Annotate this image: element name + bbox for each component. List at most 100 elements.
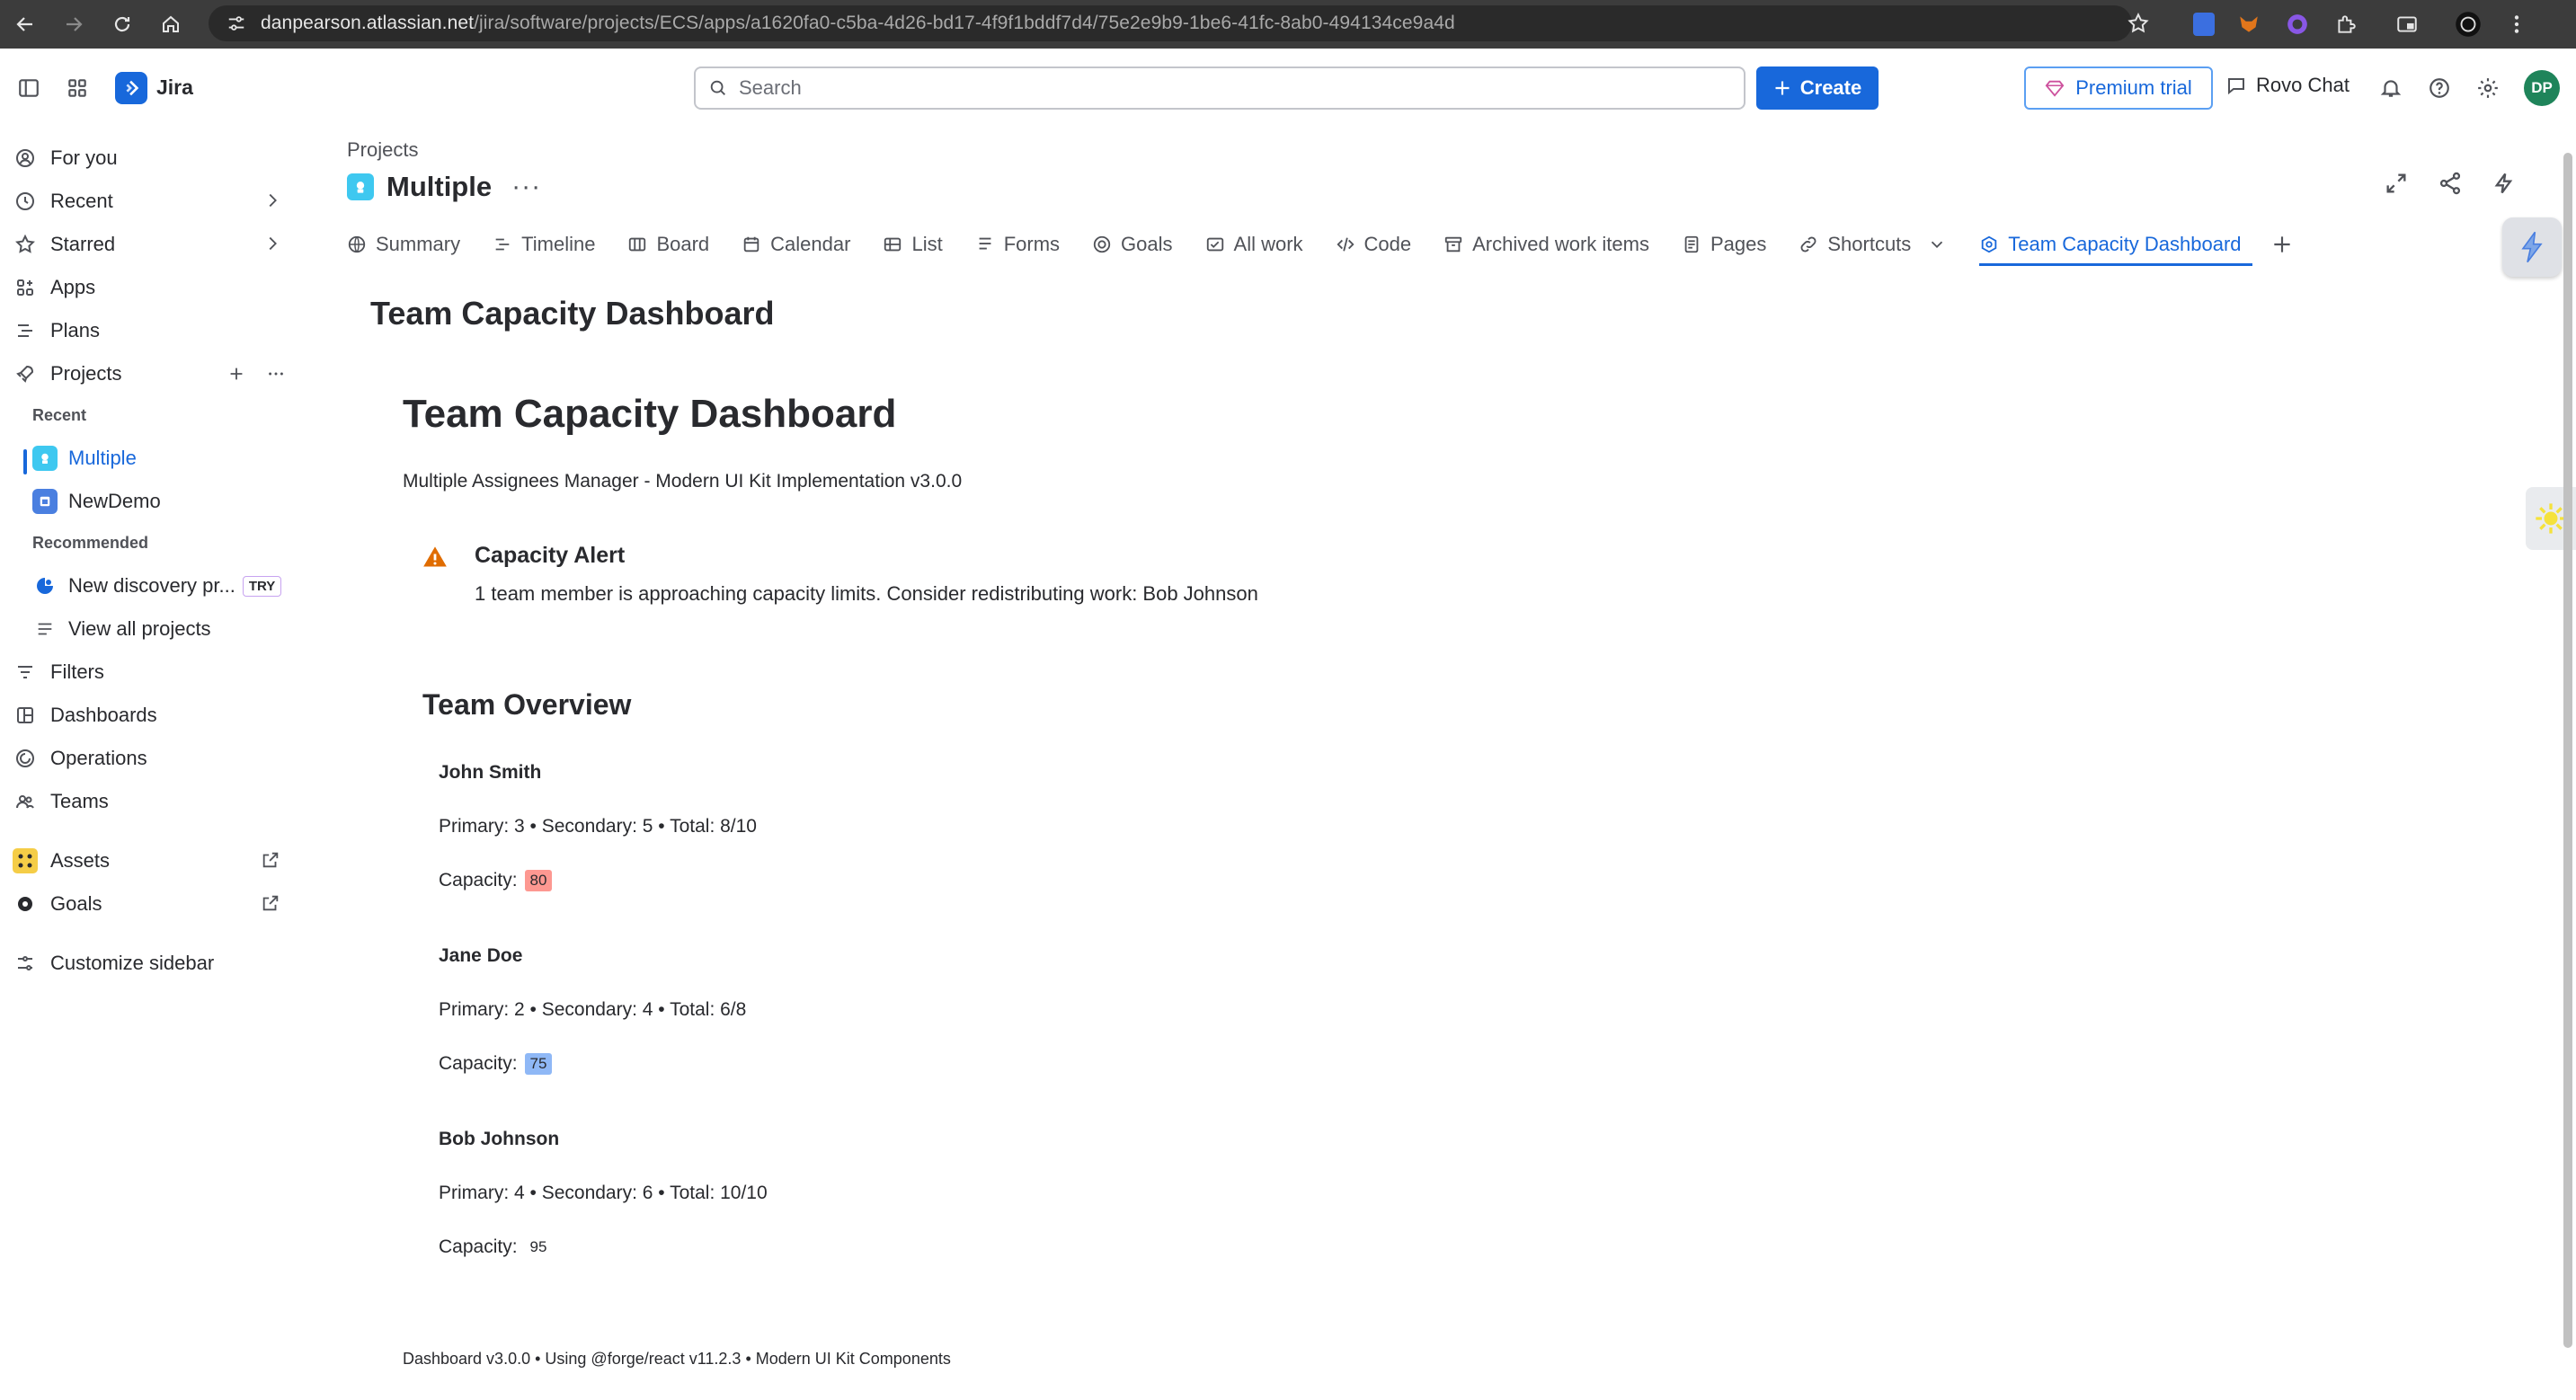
tab-label: Forms (1003, 233, 1061, 255)
tab-archived-work-items[interactable]: Archived work items (1443, 219, 1649, 270)
sidebar-item-teams[interactable]: Teams (13, 784, 297, 820)
extension-fox-icon[interactable] (2234, 10, 2263, 39)
site-info-icon[interactable] (227, 13, 246, 33)
plus-icon (1775, 81, 1790, 95)
sidebar-project-multiple[interactable]: Multiple (32, 440, 297, 476)
sidebar-item-apps[interactable]: Apps (13, 270, 297, 306)
user-avatar[interactable]: DP (2524, 70, 2560, 106)
chevron-right-icon[interactable] (262, 234, 282, 253)
tab-label: Archived work items (1472, 233, 1649, 255)
scrollbar-thumb[interactable] (2563, 153, 2572, 1348)
capacity-badge: 75 (524, 1053, 553, 1075)
url-text: danpearson.atlassian.net/jira/software/p… (261, 13, 1455, 33)
create-button[interactable]: Create (1756, 66, 1879, 110)
chevron-right-icon[interactable] (262, 191, 282, 210)
star-icon (13, 232, 38, 257)
home-icon[interactable] (155, 8, 187, 40)
settings-gear-icon[interactable] (2472, 72, 2504, 104)
reload-icon[interactable] (106, 8, 138, 40)
premium-trial-button[interactable]: Premium trial (2024, 66, 2213, 110)
try-badge: TRY (242, 575, 282, 597)
automation-bolt-icon[interactable] (2492, 171, 2517, 196)
add-project-icon[interactable] (227, 364, 246, 384)
app-switcher-icon[interactable] (61, 72, 93, 104)
tab-summary[interactable]: Summary (347, 219, 460, 270)
sidebar-item-label: Goals (50, 892, 102, 915)
forward-icon[interactable] (58, 8, 90, 40)
search-icon (710, 80, 725, 95)
sidebar-item-label: For you (50, 146, 118, 169)
notifications-bell-icon[interactable] (2375, 72, 2407, 104)
breadcrumb[interactable]: Projects (347, 138, 418, 162)
timeline-icon (495, 238, 510, 251)
member-stats: Primary: 4 • Secondary: 6 • Total: 10/10 (439, 1183, 768, 1203)
sidebar-item-goals[interactable]: Goals (13, 886, 297, 922)
tab-label: All work (1233, 233, 1303, 255)
premium-label: Premium trial (2075, 76, 2192, 99)
sidebar-item-for-you[interactable]: For you (13, 140, 297, 176)
sidebar-item-filters[interactable]: Filters (13, 654, 297, 690)
tab-goals[interactable]: Goals (1092, 219, 1173, 270)
back-icon[interactable] (9, 8, 41, 40)
profile-icon[interactable] (2454, 10, 2483, 39)
tab-calendar[interactable]: Calendar (742, 219, 850, 270)
jira-topbar: Jira Create Premium trial Rovo Chat DP (0, 49, 2576, 128)
sidebar-item-label: Starred (50, 233, 116, 255)
capacity-label: Capacity: (439, 1236, 518, 1257)
extension-github-icon[interactable] (2283, 10, 2312, 39)
add-tab-icon[interactable] (2270, 233, 2294, 256)
sidebar-item-starred[interactable]: Starred (13, 226, 297, 262)
extension-shield-icon[interactable] (2193, 13, 2215, 36)
sidebar-item-recent[interactable]: Recent (13, 183, 297, 219)
floating-app-widget[interactable] (2502, 217, 2562, 277)
tab-team-capacity-dashboard[interactable]: Team Capacity Dashboard (1979, 219, 2252, 270)
sidebar-toggle-icon[interactable] (13, 72, 45, 104)
team-member-card: Jane Doe Primary: 2 • Secondary: 4 • Tot… (439, 945, 1158, 1080)
tab-board[interactable]: Board (627, 219, 709, 270)
search-box[interactable] (694, 66, 1745, 110)
sidebar-customize[interactable]: Customize sidebar (13, 945, 297, 981)
sidebar-item-label: Teams (50, 790, 109, 812)
sidebar-view-all-projects[interactable]: View all projects (32, 611, 297, 647)
tab-label: Calendar (770, 233, 851, 255)
project-avatar-icon (32, 446, 58, 471)
tab-list[interactable]: List (883, 219, 943, 270)
help-icon[interactable] (2423, 72, 2456, 104)
expand-icon[interactable] (2384, 171, 2409, 196)
sidebar-item-projects[interactable]: Projects (13, 356, 297, 392)
sidebar-item-label: View all projects (68, 617, 211, 640)
tab-pages[interactable]: Pages (1682, 219, 1766, 270)
search-input[interactable] (739, 76, 1710, 100)
project-more-button[interactable]: ··· (511, 172, 541, 202)
sidebar-item-operations[interactable]: Operations (13, 740, 297, 776)
chevron-down-icon[interactable] (1927, 235, 1947, 254)
sidebar: For you Recent Starred Apps Plans Projec… (0, 128, 307, 1400)
active-indicator (23, 449, 27, 474)
app-name[interactable]: Jira (156, 75, 193, 100)
tab-timeline[interactable]: Timeline (493, 219, 595, 270)
sidebar-item-dashboards[interactable]: Dashboards (13, 697, 297, 733)
address-bar[interactable]: danpearson.atlassian.net/jira/software/p… (209, 5, 2132, 41)
sidebar-recommended-discovery[interactable]: New discovery pr... TRY (32, 568, 297, 604)
sidebar-project-newdemo[interactable]: NewDemo (32, 483, 297, 519)
tab-code[interactable]: Code (1336, 219, 1411, 270)
tab-forms[interactable]: Forms (975, 219, 1060, 270)
header-tools (2384, 171, 2517, 196)
sidebar-item-plans[interactable]: Plans (13, 313, 297, 349)
team-member-card: Bob Johnson Primary: 4 • Secondary: 6 • … (439, 1129, 1158, 1263)
more-icon[interactable] (266, 364, 286, 384)
tab-all-work[interactable]: All work (1205, 219, 1303, 270)
operations-icon (13, 746, 38, 771)
bookmark-star-icon[interactable] (2127, 12, 2150, 35)
cast-icon[interactable] (2393, 10, 2421, 39)
rovo-chat-button[interactable]: Rovo Chat (2225, 74, 2349, 97)
lightning-icon (2521, 231, 2543, 263)
jira-logo-icon[interactable] (115, 72, 147, 104)
pages-icon (1684, 235, 1699, 253)
extensions-puzzle-icon[interactable] (2332, 10, 2360, 39)
sidebar-item-assets[interactable]: Assets (13, 843, 297, 879)
browser-menu-icon[interactable] (2502, 10, 2531, 39)
tab-shortcuts[interactable]: Shortcuts (1799, 219, 1947, 270)
share-icon[interactable] (2438, 171, 2463, 196)
tab-label: Board (656, 233, 710, 255)
